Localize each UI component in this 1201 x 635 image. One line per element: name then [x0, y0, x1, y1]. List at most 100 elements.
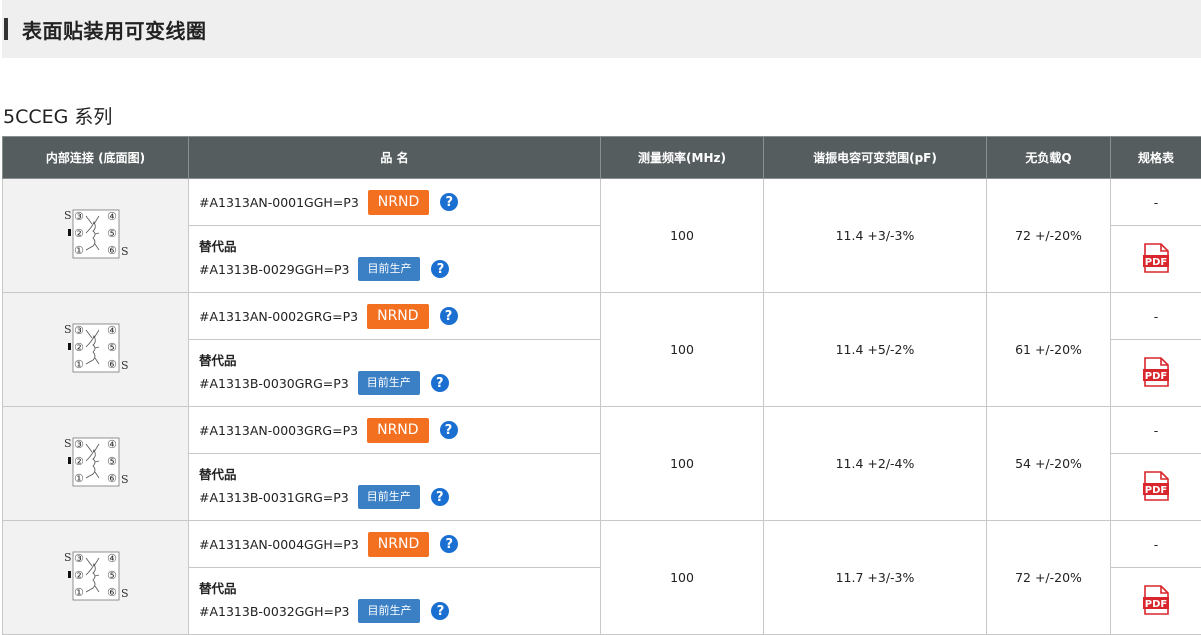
spec-pdf-cell: PDF [1110, 567, 1201, 635]
diagram-label: ⑥ [107, 244, 117, 257]
replacement-line: #A1313B-0030GRG=P3 目前生产 ? [199, 371, 600, 395]
product-table: 内部连接 (底面图) 品 名 测量频率(MHz) 谐振电容可变范围(pF) 无负… [2, 136, 1201, 635]
connection-diagram-cell: S S ③ ④ ② ⑤ ① ⑥ [2, 520, 189, 635]
coil-connection-diagram-icon: S S ③ ④ ② ⑤ ① ⑥ [64, 551, 129, 601]
frequency-cell: 100 [600, 178, 764, 293]
diagram-label: S [64, 209, 72, 222]
capacitance-cell: 11.4 +2/-4% [763, 406, 987, 521]
spec-pdf-cell: PDF [1110, 339, 1201, 407]
spec-dash-cell: - [1110, 178, 1201, 226]
diagram-label: S [64, 323, 72, 336]
active-badge: 目前生产 [357, 485, 420, 509]
diagram-label: ⑤ [107, 455, 117, 468]
diagram-label: ③ [74, 552, 84, 565]
nrnd-badge: NRND [367, 417, 429, 443]
question-circle-icon[interactable]: ? [439, 421, 458, 439]
title-accent-bar [4, 18, 8, 40]
capacitance-cell: 11.4 +5/-2% [763, 292, 987, 407]
diagram-label: ② [74, 569, 84, 582]
replacement-label: 替代品 [199, 467, 237, 482]
part-number[interactable]: #A1313AN-0001GGH=P3 [199, 195, 359, 210]
coil-connection-diagram-icon: S S ③ ④ ② ⑤ ① ⑥ [64, 209, 128, 259]
diagram-label: ③ [74, 324, 84, 337]
question-circle-icon[interactable]: ? [430, 374, 449, 392]
diagram-label: ⑤ [107, 227, 117, 240]
question-circle-icon[interactable]: ? [439, 307, 458, 325]
question-circle-icon[interactable]: ? [431, 260, 450, 278]
diagram-label: ⑥ [107, 472, 117, 485]
diagram-label: S [64, 437, 72, 450]
diagram-label: S [121, 473, 129, 486]
pdf-file-icon[interactable]: PDF [1143, 584, 1169, 618]
replacement-line: #A1313B-0031GRG=P3 目前生产 ? [199, 485, 600, 509]
spec-dash-cell: - [1110, 520, 1201, 568]
diagram-label: S [64, 551, 72, 564]
pdf-label: PDF [1145, 485, 1167, 496]
diagram-label: S [121, 587, 129, 600]
pdf-file-icon[interactable]: PDF [1143, 470, 1169, 504]
table-row: S S ③ ④ ② ⑤ ① ⑥ #A1313AN-0004GGH=P3 NRND… [2, 520, 1201, 635]
pdf-file-icon[interactable]: PDF [1143, 356, 1169, 390]
page-title: 表面贴装用可变线圈 [22, 18, 207, 43]
pdf-label: PDF [1145, 257, 1167, 268]
spec-pdf-cell: PDF [1110, 225, 1201, 293]
pdf-label: PDF [1145, 599, 1167, 610]
nrnd-badge: NRND [367, 531, 430, 557]
part-cell: #A1313AN-0002GRG=P3 NRND ? [188, 292, 601, 340]
diagram-label: ③ [74, 438, 84, 451]
coil-connection-diagram-icon: S S ③ ④ ② ⑤ ① ⑥ [64, 323, 128, 373]
diagram-label: ② [74, 341, 84, 354]
header-connection: 内部连接 (底面图) [2, 136, 189, 179]
part-cell: #A1313AN-0001GGH=P3 NRND ? [188, 178, 601, 226]
part-line: #A1313AN-0003GRG=P3 NRND ? [199, 417, 600, 443]
diagram-label: ① [74, 472, 84, 485]
replacement-part-number[interactable]: #A1313B-0031GRG=P3 [199, 490, 349, 505]
connection-diagram-cell: S S ③ ④ ② ⑤ ① ⑥ [2, 292, 189, 407]
diagram-label: ⑤ [107, 341, 117, 354]
nrnd-badge: NRND [367, 189, 430, 215]
q-cell: 61 +/-20% [986, 292, 1111, 407]
diagram-label: ① [74, 586, 84, 599]
replacement-line: #A1313B-0032GGH=P3 目前生产 ? [199, 599, 600, 623]
pdf-file-icon[interactable]: PDF [1143, 242, 1169, 276]
table-row: S S ③ ④ ② ⑤ ① ⑥ #A1313AN-0003GRG=P3 NRND… [2, 406, 1201, 521]
spec-pdf-cell: PDF [1110, 453, 1201, 521]
coil-connection-diagram-icon: S S ③ ④ ② ⑤ ① ⑥ [64, 437, 129, 487]
header-spec: 规格表 [1110, 136, 1201, 179]
frequency-cell: 100 [600, 406, 764, 521]
question-circle-icon[interactable]: ? [440, 535, 459, 553]
diagram-label: ② [74, 227, 84, 240]
pdf-label: PDF [1145, 371, 1167, 382]
part-line: #A1313AN-0002GRG=P3 NRND ? [199, 303, 600, 329]
active-badge: 目前生产 [358, 599, 421, 623]
part-number[interactable]: #A1313AN-0004GGH=P3 [199, 537, 359, 552]
table-row: S S ③ ④ ② ⑤ ① ⑥ #A1313AN-0002GRG=P3 NRND… [2, 292, 1201, 407]
diagram-label: ⑥ [107, 586, 117, 599]
replacement-label: 替代品 [199, 581, 237, 596]
diagram-label: ④ [107, 324, 117, 337]
replacement-cell: 替代品 #A1313B-0032GGH=P3 目前生产 ? [188, 567, 601, 635]
nrnd-badge: NRND [367, 303, 429, 329]
replacement-part-number[interactable]: #A1313B-0029GGH=P3 [199, 262, 349, 277]
part-cell: #A1313AN-0004GGH=P3 NRND ? [188, 520, 601, 568]
replacement-label: 替代品 [199, 353, 237, 368]
diagram-label: ④ [107, 210, 117, 223]
page-header: 表面贴装用可变线圈 [2, 0, 1201, 58]
q-cell: 72 +/-20% [986, 520, 1111, 635]
diagram-label: ④ [107, 438, 117, 451]
question-circle-icon[interactable]: ? [431, 602, 450, 620]
spec-dash-cell: - [1110, 292, 1201, 340]
header-q: 无负载Q [986, 136, 1111, 179]
replacement-part-number[interactable]: #A1313B-0032GGH=P3 [199, 604, 349, 619]
part-number[interactable]: #A1313AN-0003GRG=P3 [199, 423, 358, 438]
capacitance-cell: 11.7 +3/-3% [763, 520, 987, 635]
header-frequency: 测量频率(MHz) [600, 136, 764, 179]
replacement-cell: 替代品 #A1313B-0029GGH=P3 目前生产 ? [188, 225, 601, 293]
table-header-row: 内部连接 (底面图) 品 名 测量频率(MHz) 谐振电容可变范围(pF) 无负… [2, 136, 1201, 179]
question-circle-icon[interactable]: ? [430, 488, 449, 506]
replacement-part-number[interactable]: #A1313B-0030GRG=P3 [199, 376, 349, 391]
question-circle-icon[interactable]: ? [440, 193, 459, 211]
part-line: #A1313AN-0004GGH=P3 NRND ? [199, 531, 600, 557]
part-number[interactable]: #A1313AN-0002GRG=P3 [199, 309, 358, 324]
diagram-label: ① [74, 358, 84, 371]
